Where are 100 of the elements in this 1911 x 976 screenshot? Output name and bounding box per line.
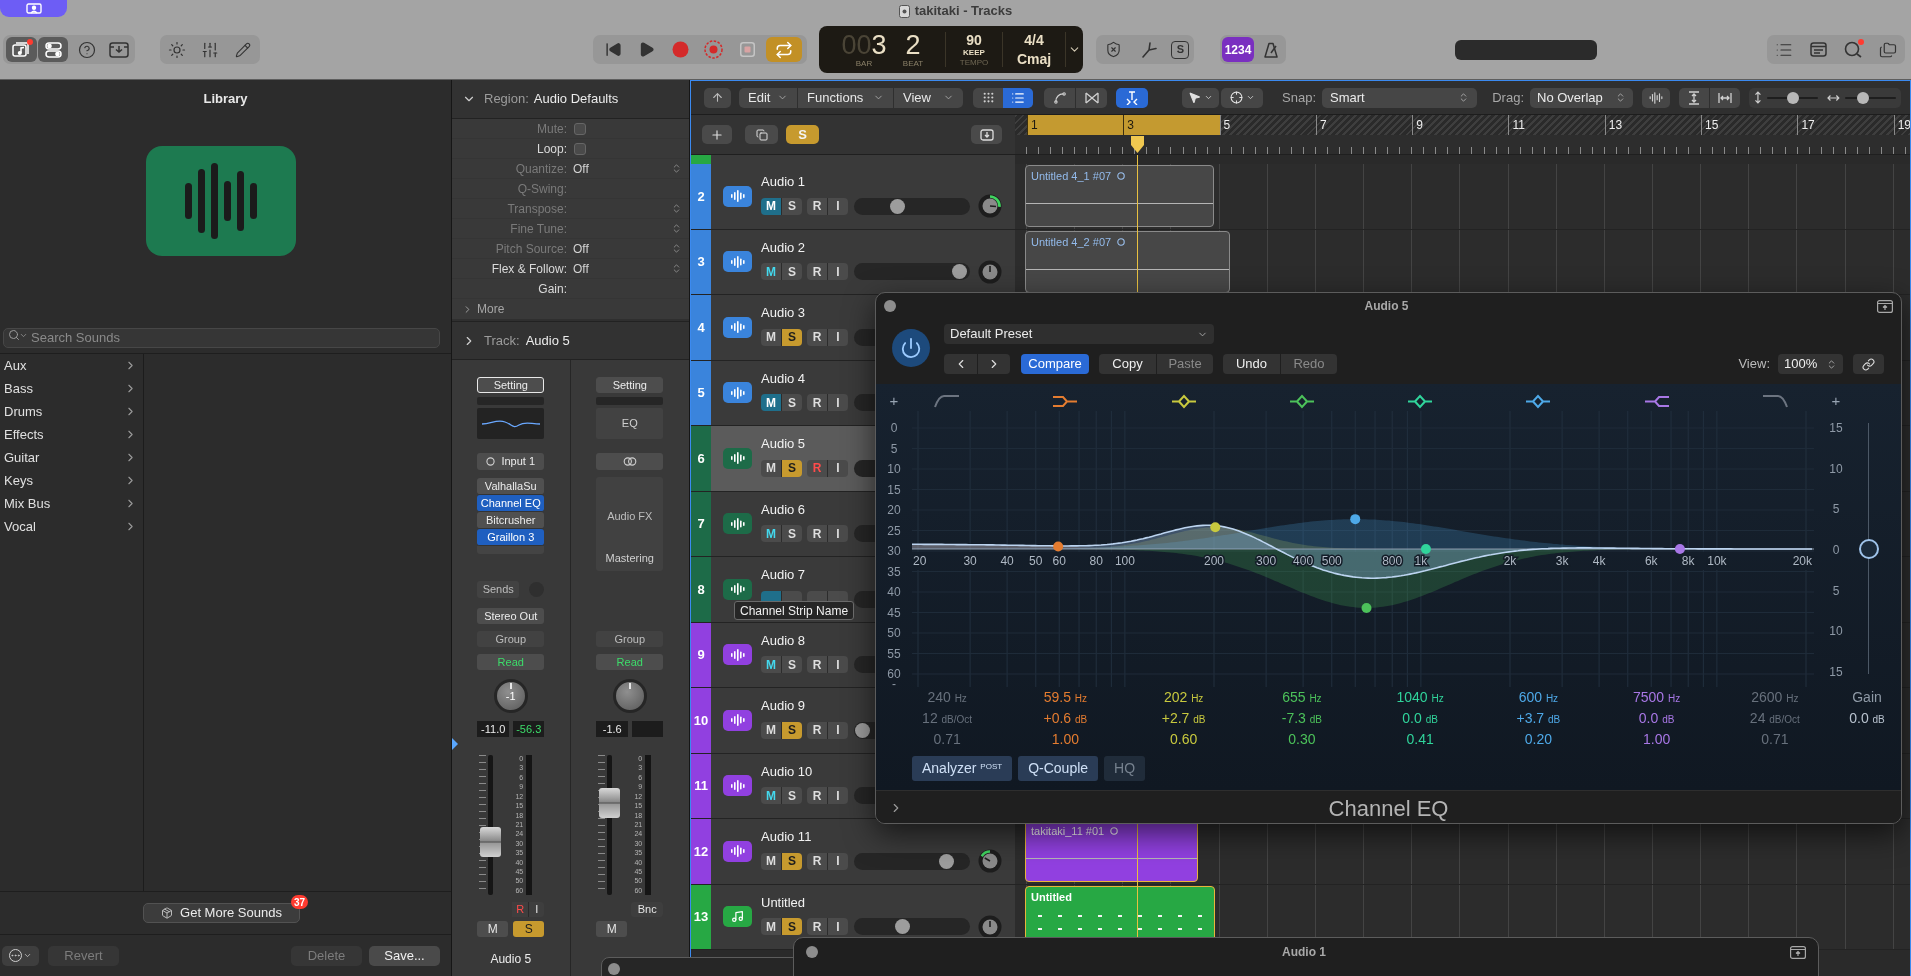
plugin-slot[interactable]: ValhallaSu bbox=[477, 478, 545, 495]
slider-thumb[interactable] bbox=[1856, 91, 1869, 104]
input-monitor-button[interactable]: I bbox=[827, 787, 848, 805]
band-shape-icon[interactable] bbox=[1051, 393, 1080, 409]
add-track-button[interactable] bbox=[702, 125, 732, 144]
category-item[interactable]: Drums bbox=[0, 400, 143, 423]
sends-button[interactable]: Sends bbox=[477, 581, 520, 598]
automation-mode-button[interactable]: Read bbox=[596, 654, 664, 670]
actions-menu-button[interactable] bbox=[2, 945, 39, 966]
volume-slider[interactable] bbox=[854, 852, 970, 870]
close-button[interactable] bbox=[608, 963, 620, 975]
setting-button[interactable]: Setting bbox=[477, 377, 545, 393]
secondary-tool-button[interactable] bbox=[1221, 87, 1263, 108]
input-monitor-button[interactable]: I bbox=[827, 721, 848, 739]
playhead-handle[interactable] bbox=[1129, 135, 1145, 154]
audio-region[interactable]: Untitled 4_2 #07 bbox=[1025, 230, 1230, 293]
ruler-bar[interactable]: 1 bbox=[1027, 115, 1124, 135]
float-window-icon[interactable] bbox=[1790, 945, 1806, 959]
list-view-button[interactable] bbox=[1003, 87, 1033, 108]
mute-button[interactable]: M bbox=[477, 921, 509, 937]
more-disclosure[interactable]: More bbox=[452, 299, 689, 319]
slider-thumb[interactable] bbox=[1786, 91, 1799, 104]
category-item[interactable]: Guitar bbox=[0, 446, 143, 469]
library-button[interactable] bbox=[6, 37, 37, 62]
slider-thumb[interactable] bbox=[1859, 538, 1879, 559]
footer-button[interactable]: Save... bbox=[369, 945, 440, 966]
input-monitor-button[interactable]: I bbox=[528, 902, 545, 917]
search-field[interactable]: Search Sounds bbox=[3, 327, 440, 348]
audio-region[interactable]: Untitled 4_1 #07 bbox=[1025, 165, 1214, 227]
input-monitor-button[interactable]: I bbox=[827, 918, 848, 936]
input-monitor-button[interactable]: I bbox=[827, 263, 848, 281]
group-button[interactable]: Group bbox=[596, 631, 664, 647]
solo-button[interactable]: S bbox=[781, 787, 802, 805]
float-window-icon[interactable] bbox=[1877, 299, 1893, 313]
solo-button[interactable]: S bbox=[781, 852, 802, 870]
solo-mode-button[interactable]: S bbox=[1171, 40, 1190, 59]
value-popup[interactable]: Off bbox=[573, 259, 682, 278]
pan-knob[interactable] bbox=[978, 849, 1002, 874]
solo-button[interactable]: S bbox=[781, 525, 802, 543]
category-item[interactable]: Bass bbox=[0, 377, 143, 400]
checkbox[interactable] bbox=[574, 142, 586, 155]
compare-button[interactable]: Compare bbox=[1021, 354, 1089, 374]
record-enable-button[interactable]: R bbox=[807, 197, 827, 215]
input-monitor-button[interactable]: I bbox=[827, 459, 848, 477]
drag-popup[interactable]: No Overlap bbox=[1530, 87, 1633, 108]
zoom-out-button[interactable]: - bbox=[892, 681, 896, 687]
band-shape-icon[interactable] bbox=[1642, 393, 1671, 409]
slider-thumb[interactable] bbox=[855, 722, 870, 738]
snap-popup[interactable]: Smart bbox=[1322, 87, 1477, 108]
band-shape-icon[interactable] bbox=[1169, 393, 1198, 409]
record-enable-button[interactable]: R bbox=[807, 394, 827, 412]
ruler-bar[interactable]: 9 bbox=[1412, 115, 1509, 135]
record-enable-button[interactable]: R bbox=[807, 656, 827, 674]
group-button[interactable]: Group bbox=[477, 631, 545, 647]
solo-button[interactable]: S bbox=[781, 263, 802, 281]
back-button[interactable] bbox=[704, 87, 731, 108]
close-button[interactable] bbox=[884, 300, 896, 312]
mute-button[interactable]: M bbox=[596, 921, 628, 937]
slider-thumb[interactable] bbox=[894, 919, 910, 935]
band-handle[interactable] bbox=[1210, 522, 1221, 533]
mute-button[interactable]: M bbox=[761, 459, 781, 477]
gain-slider[interactable] bbox=[1858, 423, 1880, 674]
mute-button[interactable]: M bbox=[761, 721, 781, 739]
link-button[interactable] bbox=[1853, 354, 1884, 374]
band-handle[interactable] bbox=[1053, 541, 1064, 552]
fader-cap[interactable] bbox=[480, 826, 502, 857]
pan-knob[interactable] bbox=[978, 194, 1002, 219]
menu-button[interactable]: View bbox=[893, 87, 963, 108]
duplicate-track-button[interactable] bbox=[745, 125, 778, 144]
category-item[interactable]: Aux bbox=[0, 354, 143, 377]
solo-button[interactable]: S bbox=[781, 656, 802, 674]
pan-knob[interactable] bbox=[612, 679, 647, 713]
catch-button[interactable] bbox=[1116, 87, 1148, 108]
input-monitor-button[interactable]: I bbox=[827, 394, 848, 412]
menu-button[interactable]: Functions bbox=[797, 87, 893, 108]
record-enable-button[interactable]: R bbox=[807, 263, 827, 281]
mute-button[interactable]: M bbox=[761, 787, 781, 805]
catch-playhead-button[interactable] bbox=[971, 125, 1002, 144]
solo-button[interactable]: S bbox=[781, 721, 802, 739]
analyzer-button[interactable]: Analyzer $^{POST}$ bbox=[912, 756, 1013, 781]
band-handle[interactable] bbox=[1674, 544, 1685, 554]
category-item[interactable]: Vocal bbox=[0, 515, 143, 538]
input-monitor-button[interactable]: I bbox=[827, 656, 848, 674]
category-item[interactable]: Keys bbox=[0, 469, 143, 492]
band-shape-icon[interactable] bbox=[1406, 393, 1435, 409]
bounce-button[interactable]: Bnc bbox=[631, 902, 664, 917]
solo-button[interactable]: S bbox=[781, 918, 802, 936]
solo-button[interactable]: S bbox=[781, 394, 802, 412]
pan-knob[interactable]: -1 bbox=[493, 679, 528, 713]
zoom-in-button[interactable]: + bbox=[1829, 391, 1843, 411]
band-handle[interactable] bbox=[1420, 544, 1431, 554]
ruler-bar[interactable]: 5 bbox=[1219, 115, 1316, 135]
q-couple-button[interactable]: Q-Couple bbox=[1018, 756, 1099, 781]
solo-button[interactable]: S bbox=[781, 328, 802, 346]
slider-thumb[interactable] bbox=[952, 264, 967, 280]
pointer-tool-button[interactable] bbox=[1182, 87, 1219, 108]
ruler-bar[interactable]: 15 bbox=[1701, 115, 1798, 135]
automation-mode-button[interactable]: Read bbox=[477, 654, 545, 670]
preset-dropdown[interactable]: Default Preset bbox=[944, 324, 1214, 344]
input-button[interactable] bbox=[596, 453, 664, 470]
